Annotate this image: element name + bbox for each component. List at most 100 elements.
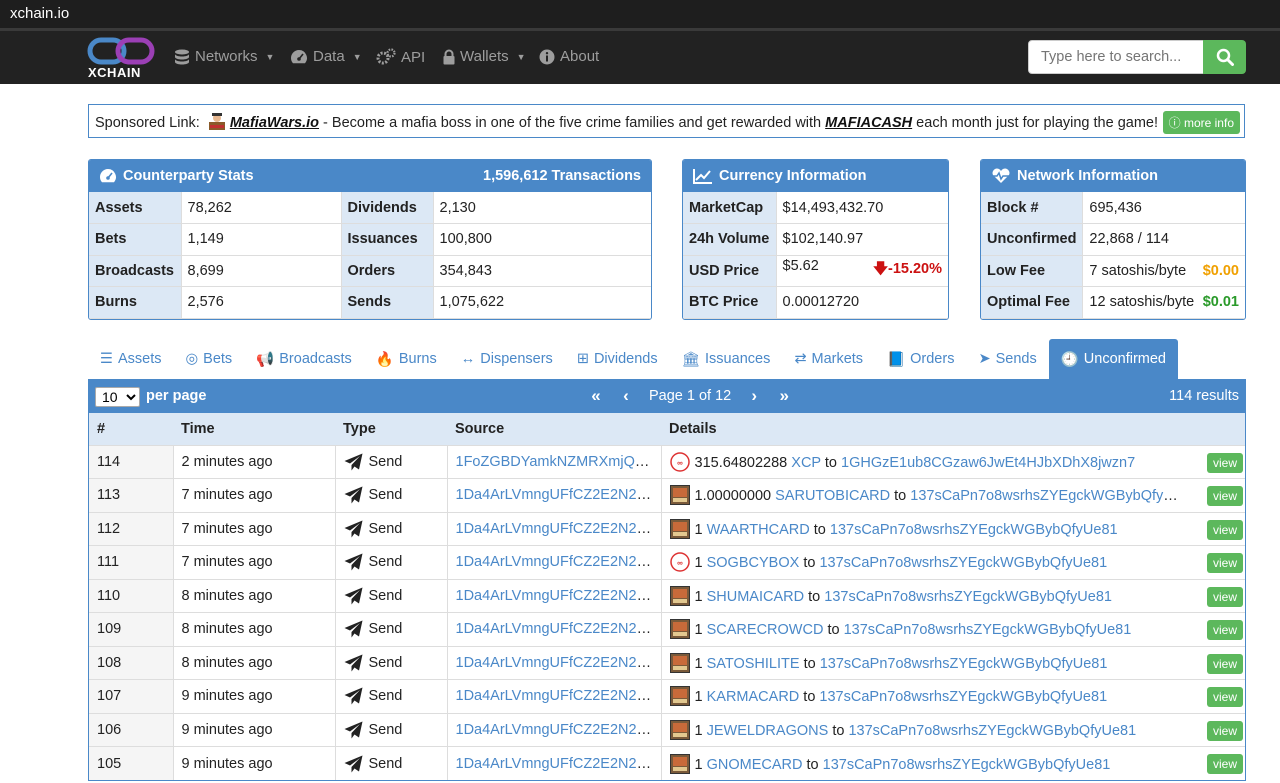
destination-address-link[interactable]: 137sCaPn7o8wsrhsZYEgckWGBybQfyUe81 [819, 689, 1107, 705]
view-button[interactable]: view [1206, 586, 1243, 607]
next-page-icon[interactable]: › [739, 386, 769, 406]
destination-address-link[interactable]: 137sCaPn7o8wsrhsZYEgckWGBybQfyUe81 [848, 723, 1136, 739]
col-header-source[interactable]: Source [447, 413, 661, 445]
search-input[interactable] [1028, 40, 1204, 74]
row-source[interactable]: 1Da4ArLVmngUFfCZ2E2N2xWj [447, 746, 662, 780]
destination-address-link[interactable]: 137sCaPn7o8wsrhsZYEgckWGBybQfyUe81 [844, 622, 1132, 638]
tab-broadcasts[interactable]: 📢 Broadcasts [244, 339, 364, 379]
view-button[interactable]: view [1206, 754, 1243, 774]
destination-address-link[interactable]: 137sCaPn7o8wsrhsZYEgckWGBybQfyUe81 [830, 522, 1118, 538]
table-row[interactable]: 114 2 minutes ago Send 1FoZGBDYamkNZMRXmjQM… [89, 444, 1245, 479]
table-row[interactable]: 108 8 minutes ago Send 1Da4ArLVmngUFfCZ2E2N… [89, 645, 1245, 680]
view-button[interactable]: view [1206, 653, 1243, 674]
destination-address-link[interactable]: 137sCaPn7o8wsrhsZYEgckWGBybQfyUe81 [910, 488, 1198, 504]
row-type-label: Send [368, 755, 403, 772]
destination-address-link[interactable]: 1GHGzE1ub8CGzaw6JwEt4HJbXDhX8jwzn7 [841, 455, 1135, 471]
table-row[interactable]: 106 9 minutes ago Send 1Da4ArLVmngUFfCZ2E2N… [89, 712, 1245, 747]
source-address-link[interactable]: 1FoZGBDYamkNZMRXmjQMGxvk [456, 454, 661, 470]
tab-markets[interactable]: ⇄ Markets [782, 339, 875, 379]
row-source[interactable]: 1Da4ArLVmngUFfCZ2E2N2xWj [447, 645, 662, 680]
sponsor-token-link[interactable]: MAFIACASH [825, 115, 912, 131]
asset-link[interactable]: JEWELDRAGONS [707, 723, 829, 739]
asset-link[interactable]: KARMACARD [707, 689, 800, 705]
paper-plane-icon [344, 486, 362, 504]
nav-networks[interactable]: Networks ▼ [174, 48, 274, 65]
source-address-link[interactable]: 1Da4ArLVmngUFfCZ2E2N2xWj [456, 688, 661, 704]
tab-sends[interactable]: ➤ Sends [966, 339, 1048, 379]
tab-dispensers[interactable]: ↔ Dispensers [449, 339, 565, 379]
asset-link[interactable]: GNOMECARD [707, 757, 803, 773]
mafia-icon [207, 112, 227, 130]
destination-address-link[interactable]: 137sCaPn7o8wsrhsZYEgckWGBybQfyUe81 [820, 656, 1108, 672]
col-header-num[interactable]: # [89, 413, 173, 445]
source-address-link[interactable]: 1Da4ArLVmngUFfCZ2E2N2xWj [456, 554, 661, 570]
table-row[interactable]: 109 8 minutes ago Send 1Da4ArLVmngUFfCZ2E2N… [89, 612, 1245, 646]
xchain-logo[interactable]: XCHAIN [87, 36, 157, 80]
more-info-button[interactable]: ⓘ more info [1162, 111, 1240, 134]
source-address-link[interactable]: 1Da4ArLVmngUFfCZ2E2N2xWj [456, 756, 661, 772]
asset-link[interactable]: SATOSHILITE [707, 656, 800, 672]
row-source[interactable]: 1Da4ArLVmngUFfCZ2E2N2xWj [447, 545, 662, 579]
tab-dividends[interactable]: ⊞ Dividends [565, 339, 670, 379]
col-header-details[interactable]: Details [661, 413, 1245, 445]
source-address-link[interactable]: 1Da4ArLVmngUFfCZ2E2N2xWj [456, 521, 661, 537]
nav-api[interactable]: API [376, 48, 425, 66]
view-button[interactable]: view [1206, 519, 1243, 540]
row-source[interactable]: 1Da4ArLVmngUFfCZ2E2N2xWj [447, 612, 662, 646]
nav-about[interactable]: About [539, 48, 599, 65]
table-row[interactable]: 107 9 minutes ago Send 1Da4ArLVmngUFfCZ2E2N… [89, 679, 1245, 713]
source-address-link[interactable]: 1Da4ArLVmngUFfCZ2E2N2xWj [456, 588, 661, 604]
source-address-link[interactable]: 1Da4ArLVmngUFfCZ2E2N2xWj [456, 487, 661, 503]
asset-link[interactable]: SOGBCYBOX [707, 555, 800, 571]
asset-link[interactable]: SARUTOBICARD [775, 488, 890, 504]
asset-link[interactable]: WAARTHCARD [707, 522, 810, 538]
destination-address-link[interactable]: 137sCaPn7o8wsrhsZYEgckWGBybQfyUe81 [819, 555, 1107, 571]
row-details: 1 SATOSHILITE to 137sCaPn7o8wsrhsZYEgckW… [661, 645, 1245, 680]
row-source[interactable]: 1Da4ArLVmngUFfCZ2E2N2xWj [447, 679, 662, 713]
col-header-type[interactable]: Type [335, 413, 447, 445]
row-source[interactable]: 1Da4ArLVmngUFfCZ2E2N2xWj [447, 712, 662, 747]
view-button[interactable]: view [1206, 720, 1243, 741]
row-source[interactable]: 1Da4ArLVmngUFfCZ2E2N2xWj [447, 478, 662, 512]
view-button[interactable]: view [1206, 486, 1243, 506]
view-button[interactable]: view [1206, 452, 1243, 473]
last-page-icon[interactable]: » [769, 386, 799, 406]
nav-data[interactable]: Data ▼ [290, 48, 362, 65]
asset-link[interactable]: XCP [791, 455, 821, 471]
tab-orders[interactable]: 📘 Orders [875, 339, 966, 379]
view-button[interactable]: view [1206, 553, 1243, 573]
tab-issuances[interactable]: 🏛 Issuances [670, 339, 783, 379]
tab-unconfirmed[interactable]: 🕘 Unconfirmed [1048, 339, 1178, 379]
row-source[interactable]: 1Da4ArLVmngUFfCZ2E2N2xWj [447, 511, 662, 546]
view-button[interactable]: view [1206, 620, 1243, 640]
tab-burns[interactable]: 🔥 Burns [364, 339, 449, 379]
tab-assets[interactable]: ☰ Assets [88, 339, 174, 379]
destination-address-link[interactable]: 137sCaPn7o8wsrhsZYEgckWGBybQfyUe81 [824, 589, 1112, 605]
table-row[interactable]: 113 7 minutes ago Send 1Da4ArLVmngUFfCZ2E2N… [89, 478, 1245, 512]
table-row[interactable]: 110 8 minutes ago Send 1Da4ArLVmngUFfCZ2E2N… [89, 578, 1245, 613]
asset-link[interactable]: SHUMAICARD [707, 589, 804, 605]
row-source[interactable]: 1FoZGBDYamkNZMRXmjQMGxvk [447, 444, 662, 479]
source-address-link[interactable]: 1Da4ArLVmngUFfCZ2E2N2xWj [456, 722, 661, 738]
first-page-icon[interactable]: « [581, 386, 611, 406]
source-address-link[interactable]: 1Da4ArLVmngUFfCZ2E2N2xWj [456, 621, 661, 637]
row-type: Send [335, 612, 448, 646]
table-row[interactable]: 111 7 minutes ago Send 1Da4ArLVmngUFfCZ2E2N… [89, 545, 1245, 579]
search-button[interactable] [1203, 40, 1246, 74]
row-type: Send [335, 679, 448, 713]
table-row[interactable]: 105 9 minutes ago Send 1Da4ArLVmngUFfCZ2E2N… [89, 746, 1245, 780]
col-header-time[interactable]: Time [173, 413, 335, 445]
per-page-select[interactable]: 10 [95, 387, 140, 407]
view-button[interactable]: view [1206, 687, 1243, 707]
fire-icon: 🔥 [375, 351, 394, 368]
source-address-link[interactable]: 1Da4ArLVmngUFfCZ2E2N2xWj [456, 655, 661, 671]
asset-link[interactable]: SCARECROWCD [707, 622, 824, 638]
tab-bets[interactable]: ◎ Bets [174, 339, 245, 379]
nav-wallets[interactable]: Wallets ▼ [443, 48, 526, 65]
row-source[interactable]: 1Da4ArLVmngUFfCZ2E2N2xWj [447, 578, 662, 613]
prev-page-icon[interactable]: ‹ [611, 386, 641, 406]
to-word: to [803, 689, 816, 706]
table-row[interactable]: 112 7 minutes ago Send 1Da4ArLVmngUFfCZ2E2N… [89, 511, 1245, 546]
sponsor-link[interactable]: MafiaWars.io [230, 115, 319, 131]
destination-address-link[interactable]: 137sCaPn7o8wsrhsZYEgckWGBybQfyUe81 [823, 757, 1111, 773]
